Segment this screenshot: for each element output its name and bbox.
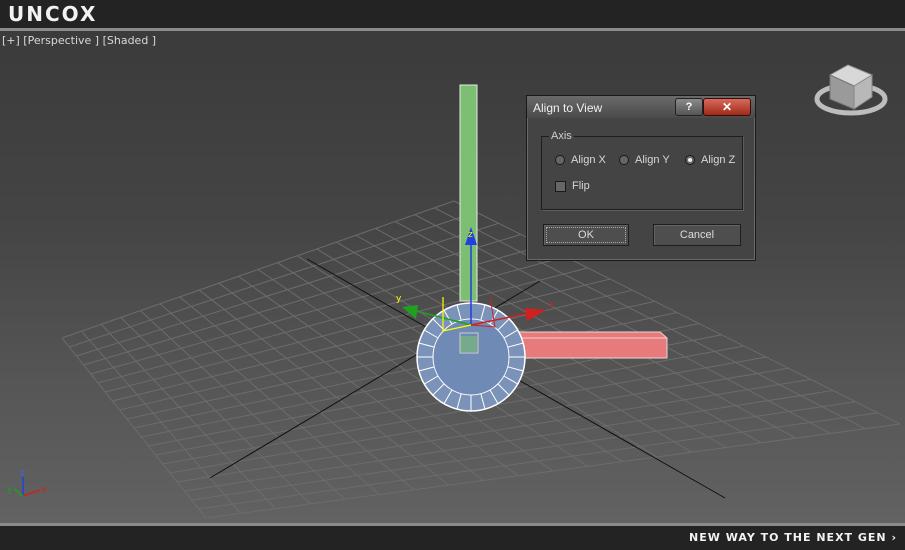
align-y-radio[interactable] bbox=[619, 155, 629, 166]
brand-logo: UNCOX bbox=[8, 2, 98, 26]
align-x-radio[interactable] bbox=[555, 155, 565, 166]
align-z-option[interactable]: Align Z bbox=[685, 154, 735, 166]
tripod-z-label: z bbox=[20, 468, 25, 478]
flip-option[interactable]: Flip bbox=[555, 180, 590, 192]
gizmo-z-label: z bbox=[468, 230, 473, 240]
dialog-title: Align to View bbox=[533, 101, 603, 115]
red-box-object bbox=[504, 331, 668, 359]
help-button[interactable]: ? bbox=[675, 98, 703, 116]
align-to-view-dialog: Align to View ? ✕ Axis Align X Align Y A… bbox=[526, 95, 756, 261]
axis-group-label: Axis bbox=[549, 130, 574, 142]
align-x-option[interactable]: Align X bbox=[555, 154, 606, 166]
gizmo-x-label: x bbox=[548, 300, 554, 310]
align-y-label: Align Y bbox=[635, 154, 670, 166]
align-y-option[interactable]: Align Y bbox=[619, 154, 670, 166]
ok-button[interactable]: OK bbox=[543, 224, 629, 246]
align-x-label: Align X bbox=[571, 154, 606, 166]
tripod-y-label: y bbox=[7, 485, 13, 495]
tripod-x-label: x bbox=[41, 485, 47, 495]
flip-checkbox[interactable] bbox=[555, 180, 566, 192]
cancel-button[interactable]: Cancel bbox=[653, 224, 741, 246]
axis-groupbox bbox=[541, 136, 743, 210]
perspective-viewport[interactable]: z x y z x y [+] [Perspective ] [Shaded] bbox=[0, 31, 905, 523]
gizmo-y-arrow bbox=[402, 305, 418, 319]
brand-slogan: NEW WAY TO THE NEXT GEN › bbox=[689, 531, 897, 544]
view-cube[interactable] bbox=[814, 64, 888, 116]
gizmo-x-arrow bbox=[525, 308, 546, 321]
top-brand-bar: UNCOX bbox=[0, 0, 905, 28]
flip-label: Flip bbox=[572, 180, 590, 192]
align-z-label: Align Z bbox=[701, 154, 736, 166]
close-button[interactable]: ✕ bbox=[703, 98, 751, 116]
scene-canvas[interactable]: z x y z x y bbox=[0, 31, 905, 523]
gizmo-y-label: y bbox=[396, 294, 402, 304]
bottom-divider bbox=[0, 523, 905, 526]
dialog-titlebar[interactable]: Align to View ? ✕ bbox=[527, 96, 755, 118]
axis-tripod: z x y bbox=[7, 468, 47, 497]
bottom-brand-bar: NEW WAY TO THE NEXT GEN › bbox=[0, 523, 905, 550]
viewport-label[interactable]: [+] [Perspective ] [Shaded ] bbox=[2, 34, 156, 47]
align-z-radio[interactable] bbox=[685, 155, 695, 166]
green-box-object bbox=[459, 84, 478, 302]
